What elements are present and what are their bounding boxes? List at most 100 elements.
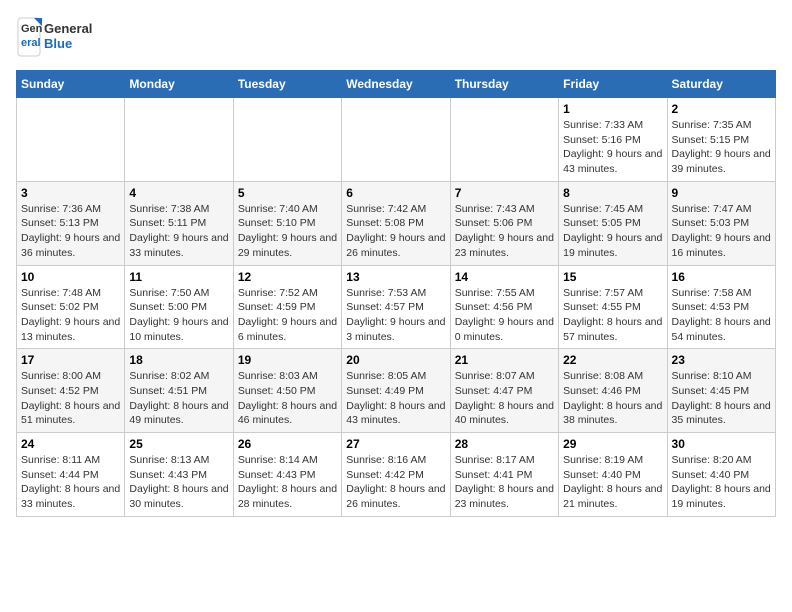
calendar-cell: 15 Sunrise: 7:57 AM Sunset: 4:55 PM Dayli… [559, 265, 667, 349]
calendar-cell: 3Sunrise: 7:36 AM Sunset: 5:13 PM Daylig… [17, 181, 125, 265]
calendar-cell: 25 Sunrise: 8:13 AM Sunset: 4:43 PM Dayli… [125, 433, 233, 517]
day-info: Sunrise: 7:43 AM Sunset: 5:06 PM Dayligh… [455, 202, 554, 261]
day-info: Sunrise: 8:00 AM Sunset: 4:52 PM Dayligh… [21, 369, 120, 428]
day-number: 2 [672, 102, 771, 116]
day-number: 3 [21, 186, 120, 200]
day-info: Sunrise: 8:11 AM Sunset: 4:44 PM Dayligh… [21, 453, 120, 512]
calendar-cell: 20 Sunrise: 8:05 AM Sunset: 4:49 PM Dayli… [342, 349, 450, 433]
col-header-friday: Friday [559, 71, 667, 98]
day-info: Sunrise: 8:19 AM Sunset: 4:40 PM Dayligh… [563, 453, 662, 512]
day-number: 17 [21, 353, 120, 367]
page-header: General Blue Gen eral [16, 16, 776, 58]
day-info: Sunrise: 8:10 AM Sunset: 4:45 PM Dayligh… [672, 369, 771, 428]
day-info: Sunrise: 8:02 AM Sunset: 4:51 PM Dayligh… [129, 369, 228, 428]
calendar-week-4: 17 Sunrise: 8:00 AM Sunset: 4:52 PM Dayli… [17, 349, 776, 433]
calendar-cell: 7 Sunrise: 7:43 AM Sunset: 5:06 PM Daylig… [450, 181, 558, 265]
day-number: 23 [672, 353, 771, 367]
calendar-week-1: 1 Sunrise: 7:33 AM Sunset: 5:16 PM Daylig… [17, 98, 776, 182]
calendar-cell [342, 98, 450, 182]
svg-text:Blue: Blue [44, 36, 72, 51]
day-number: 15 [563, 270, 662, 284]
calendar-cell: 23 Sunrise: 8:10 AM Sunset: 4:45 PM Dayli… [667, 349, 775, 433]
calendar-week-5: 24 Sunrise: 8:11 AM Sunset: 4:44 PM Dayli… [17, 433, 776, 517]
logo: General Blue Gen eral [16, 16, 96, 58]
col-header-thursday: Thursday [450, 71, 558, 98]
day-number: 30 [672, 437, 771, 451]
calendar-cell: 6Sunrise: 7:42 AM Sunset: 5:08 PM Daylig… [342, 181, 450, 265]
day-info: Sunrise: 7:40 AM Sunset: 5:10 PM Dayligh… [238, 202, 337, 261]
calendar-cell [125, 98, 233, 182]
day-info: Sunrise: 7:38 AM Sunset: 5:11 PM Dayligh… [129, 202, 228, 261]
calendar-cell: 16 Sunrise: 7:58 AM Sunset: 4:53 PM Dayli… [667, 265, 775, 349]
day-info: Sunrise: 7:48 AM Sunset: 5:02 PM Dayligh… [21, 286, 120, 345]
day-number: 4 [129, 186, 228, 200]
day-number: 13 [346, 270, 445, 284]
day-number: 18 [129, 353, 228, 367]
day-number: 27 [346, 437, 445, 451]
col-header-wednesday: Wednesday [342, 71, 450, 98]
day-number: 14 [455, 270, 554, 284]
calendar-cell: 28Sunrise: 8:17 AM Sunset: 4:41 PM Dayli… [450, 433, 558, 517]
calendar-cell: 17 Sunrise: 8:00 AM Sunset: 4:52 PM Dayli… [17, 349, 125, 433]
day-info: Sunrise: 8:08 AM Sunset: 4:46 PM Dayligh… [563, 369, 662, 428]
svg-text:eral: eral [21, 37, 41, 49]
calendar-week-2: 3Sunrise: 7:36 AM Sunset: 5:13 PM Daylig… [17, 181, 776, 265]
calendar-cell: 9 Sunrise: 7:47 AM Sunset: 5:03 PM Daylig… [667, 181, 775, 265]
day-info: Sunrise: 8:14 AM Sunset: 4:43 PM Dayligh… [238, 453, 337, 512]
day-number: 1 [563, 102, 662, 116]
calendar-cell: 5 Sunrise: 7:40 AM Sunset: 5:10 PM Daylig… [233, 181, 341, 265]
col-header-monday: Monday [125, 71, 233, 98]
day-number: 7 [455, 186, 554, 200]
day-info: Sunrise: 7:33 AM Sunset: 5:16 PM Dayligh… [563, 118, 662, 177]
calendar-cell [17, 98, 125, 182]
svg-text:General: General [44, 21, 92, 36]
day-number: 8 [563, 186, 662, 200]
day-info: Sunrise: 8:03 AM Sunset: 4:50 PM Dayligh… [238, 369, 337, 428]
calendar-cell: 1 Sunrise: 7:33 AM Sunset: 5:16 PM Daylig… [559, 98, 667, 182]
day-info: Sunrise: 7:57 AM Sunset: 4:55 PM Dayligh… [563, 286, 662, 345]
day-number: 11 [129, 270, 228, 284]
day-number: 19 [238, 353, 337, 367]
day-info: Sunrise: 7:42 AM Sunset: 5:08 PM Dayligh… [346, 202, 445, 261]
calendar-header-row: SundayMondayTuesdayWednesdayThursdayFrid… [17, 71, 776, 98]
day-number: 22 [563, 353, 662, 367]
calendar-cell: 4 Sunrise: 7:38 AM Sunset: 5:11 PM Daylig… [125, 181, 233, 265]
calendar-cell: 18 Sunrise: 8:02 AM Sunset: 4:51 PM Dayli… [125, 349, 233, 433]
day-number: 24 [21, 437, 120, 451]
col-header-sunday: Sunday [17, 71, 125, 98]
calendar-cell: 11 Sunrise: 7:50 AM Sunset: 5:00 PM Dayli… [125, 265, 233, 349]
day-number: 9 [672, 186, 771, 200]
calendar-cell: 29 Sunrise: 8:19 AM Sunset: 4:40 PM Dayli… [559, 433, 667, 517]
day-number: 28 [455, 437, 554, 451]
day-info: Sunrise: 7:52 AM Sunset: 4:59 PM Dayligh… [238, 286, 337, 345]
calendar-cell: 26 Sunrise: 8:14 AM Sunset: 4:43 PM Dayli… [233, 433, 341, 517]
calendar-cell: 10Sunrise: 7:48 AM Sunset: 5:02 PM Dayli… [17, 265, 125, 349]
calendar-cell: 24 Sunrise: 8:11 AM Sunset: 4:44 PM Dayli… [17, 433, 125, 517]
calendar-cell: 2Sunrise: 7:35 AM Sunset: 5:15 PM Daylig… [667, 98, 775, 182]
day-info: Sunrise: 7:53 AM Sunset: 4:57 PM Dayligh… [346, 286, 445, 345]
svg-text:Gen: Gen [21, 23, 43, 35]
calendar-cell [233, 98, 341, 182]
day-info: Sunrise: 8:05 AM Sunset: 4:49 PM Dayligh… [346, 369, 445, 428]
day-number: 20 [346, 353, 445, 367]
calendar-cell: 12 Sunrise: 7:52 AM Sunset: 4:59 PM Dayli… [233, 265, 341, 349]
calendar-cell: 14Sunrise: 7:55 AM Sunset: 4:56 PM Dayli… [450, 265, 558, 349]
day-number: 5 [238, 186, 337, 200]
day-number: 29 [563, 437, 662, 451]
calendar-week-3: 10Sunrise: 7:48 AM Sunset: 5:02 PM Dayli… [17, 265, 776, 349]
day-number: 16 [672, 270, 771, 284]
day-number: 12 [238, 270, 337, 284]
day-info: Sunrise: 8:16 AM Sunset: 4:42 PM Dayligh… [346, 453, 445, 512]
logo-svg: General Blue Gen eral [16, 16, 96, 58]
day-info: Sunrise: 8:07 AM Sunset: 4:47 PM Dayligh… [455, 369, 554, 428]
day-info: Sunrise: 7:58 AM Sunset: 4:53 PM Dayligh… [672, 286, 771, 345]
day-info: Sunrise: 7:50 AM Sunset: 5:00 PM Dayligh… [129, 286, 228, 345]
calendar-cell: 21Sunrise: 8:07 AM Sunset: 4:47 PM Dayli… [450, 349, 558, 433]
day-info: Sunrise: 8:13 AM Sunset: 4:43 PM Dayligh… [129, 453, 228, 512]
calendar-table: SundayMondayTuesdayWednesdayThursdayFrid… [16, 70, 776, 517]
col-header-tuesday: Tuesday [233, 71, 341, 98]
day-number: 25 [129, 437, 228, 451]
day-number: 26 [238, 437, 337, 451]
calendar-cell: 19 Sunrise: 8:03 AM Sunset: 4:50 PM Dayli… [233, 349, 341, 433]
day-info: Sunrise: 7:47 AM Sunset: 5:03 PM Dayligh… [672, 202, 771, 261]
